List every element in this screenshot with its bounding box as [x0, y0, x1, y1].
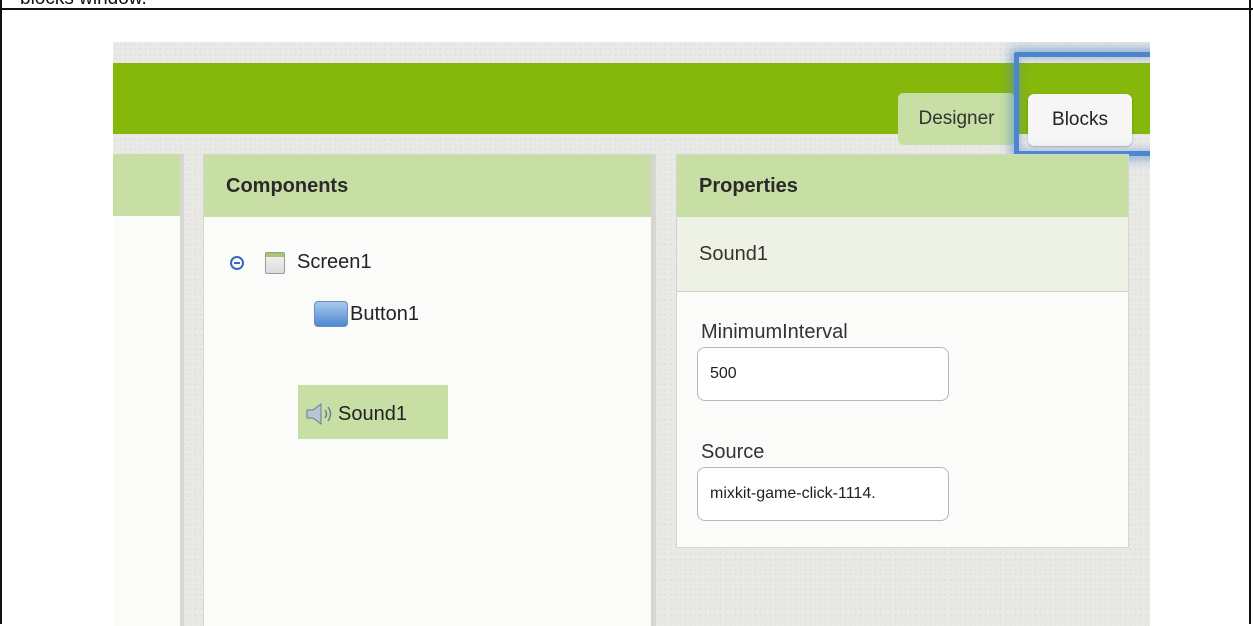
blocks-button-highlight — [1014, 52, 1150, 156]
top-toolbar: Designer Blocks — [113, 63, 1150, 146]
palette-panel — [113, 154, 181, 626]
properties-panel: Properties Sound1 MinimumInterval 500 So… — [676, 154, 1129, 548]
panel-divider[interactable] — [652, 154, 656, 626]
screen-icon — [265, 251, 285, 274]
tree-item-button1[interactable]: Button1 — [314, 301, 419, 327]
selected-component-name: Sound1 — [677, 217, 1128, 292]
tree-item-label: Button1 — [350, 302, 419, 325]
components-header: Components — [204, 155, 651, 217]
tree-item-label: Screen1 — [297, 251, 372, 273]
minimum-interval-input[interactable]: 500 — [697, 347, 949, 401]
tree-item-sound1[interactable]: Sound1 — [304, 401, 407, 427]
app-inventor-window: Designer Blocks Components Screen1 Butto… — [113, 42, 1150, 626]
panel-divider[interactable] — [180, 154, 184, 626]
designer-button[interactable]: Designer — [898, 93, 1015, 145]
minimum-interval-label: MinimumInterval — [701, 321, 848, 343]
palette-panel-header — [113, 154, 180, 216]
tree-item-screen1[interactable]: Screen1 — [230, 251, 372, 274]
source-input[interactable]: mixkit-game-click-1114. — [697, 467, 949, 521]
tree-item-label: Sound1 — [338, 402, 407, 425]
speaker-icon — [306, 403, 332, 425]
button-icon — [314, 301, 348, 327]
components-panel: Components Screen1 Button1 Sound1 — [203, 154, 652, 626]
source-label: Source — [701, 441, 765, 463]
properties-header: Properties — [677, 155, 1128, 217]
collapse-icon[interactable] — [230, 255, 244, 270]
